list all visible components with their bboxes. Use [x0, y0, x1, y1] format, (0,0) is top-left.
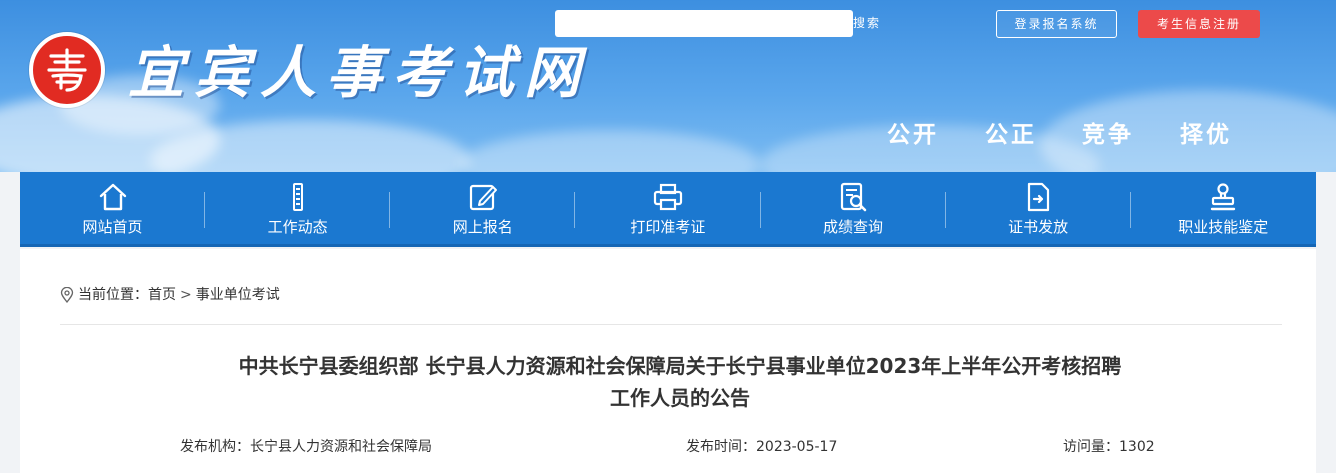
- nav-item-certificate[interactable]: 证书发放: [946, 172, 1131, 244]
- nav-item-home[interactable]: 网站首页: [20, 172, 206, 244]
- nav-item-label: 网上报名: [452, 218, 513, 236]
- breadcrumb-link-home[interactable]: 首页: [148, 285, 176, 305]
- breadcrumb: 当前位置： 首页 > 事业单位考试: [60, 285, 280, 305]
- nav-item-label: 职业技能鉴定: [1178, 218, 1269, 236]
- nav-item-label: 打印准考证: [630, 218, 706, 236]
- nav-item-label: 网站首页: [82, 218, 143, 236]
- publisher-meta: 发布机构：长宁县人力资源和社会保障局: [180, 437, 432, 457]
- nav-item-online-registration[interactable]: 网上报名: [390, 172, 576, 244]
- site-header: 宜宾人事考试网 搜索 登录报名系统 考生信息注册 公开 公正 竞争 择优: [0, 0, 1336, 172]
- nav-item-news[interactable]: 工作动态: [205, 172, 391, 244]
- slogan-text: 公开: [887, 122, 939, 148]
- views-label: 访问量：: [1063, 439, 1119, 455]
- article-title: 中共长宁县委组织部 长宁县人力资源和社会保障局关于长宁县事业单位2023年上半年…: [140, 350, 1220, 414]
- slogan-text: 公正: [985, 122, 1037, 148]
- printer-icon: [653, 183, 683, 211]
- publisher-label: 发布机构：: [180, 439, 250, 455]
- certificate-icon: [1028, 182, 1050, 212]
- home-icon: [99, 183, 126, 211]
- main-nav: 网站首页 工作动态 网上报名 打印准考证 成绩查询 证书发放 职业技能鉴定: [20, 172, 1316, 247]
- search-button[interactable]: 搜索: [853, 13, 881, 33]
- nav-item-skill-appraisal[interactable]: 职业技能鉴定: [1131, 172, 1316, 244]
- slogan-text: 择优: [1180, 122, 1232, 148]
- yibin-seal-logo[interactable]: [29, 32, 105, 108]
- stamp-icon: [1211, 183, 1236, 211]
- search-input[interactable]: [555, 10, 853, 37]
- nav-item-print-admission[interactable]: 打印准考证: [575, 172, 761, 244]
- nav-item-label: 成绩查询: [823, 218, 884, 236]
- publisher-value: 长宁县人力资源和社会保障局: [250, 439, 432, 455]
- edit-icon: [469, 184, 497, 211]
- divider: [60, 324, 1282, 325]
- publish-date-label: 发布时间：: [686, 439, 756, 455]
- login-system-button[interactable]: 登录报名系统: [996, 10, 1117, 38]
- news-icon: [292, 183, 303, 211]
- search-doc-icon: [840, 182, 867, 212]
- slogan-text: 竞争: [1082, 122, 1134, 148]
- article-title-line: 工作人员的公告: [610, 386, 750, 410]
- breadcrumb-prefix: 当前位置：: [78, 287, 148, 303]
- article-panel: 当前位置： 首页 > 事业单位考试 中共长宁县委组织部 长宁县人力资源和社会保障…: [20, 249, 1316, 473]
- breadcrumb-link-category[interactable]: 事业单位考试: [196, 285, 280, 305]
- breadcrumb-separator: >: [180, 287, 192, 303]
- nav-item-label: 工作动态: [267, 218, 328, 236]
- article-title-line: 中共长宁县委组织部 长宁县人力资源和社会保障局关于长宁县事业单位2023年上半年…: [238, 354, 1122, 378]
- publish-date-meta: 发布时间：2023-05-17: [686, 437, 837, 457]
- location-pin-icon: [60, 287, 74, 303]
- views-meta: 访问量：1302: [1063, 437, 1155, 457]
- site-title[interactable]: 宜宾人事考试网: [128, 38, 590, 108]
- register-button[interactable]: 考生信息注册: [1138, 10, 1260, 38]
- nav-item-score-query[interactable]: 成绩查询: [761, 172, 946, 244]
- nav-item-label: 证书发放: [1008, 218, 1069, 236]
- slogans: 公开 公正 竞争 择优: [0, 118, 1336, 154]
- views-value: 1302: [1119, 439, 1155, 455]
- publish-date-value: 2023-05-17: [756, 439, 838, 455]
